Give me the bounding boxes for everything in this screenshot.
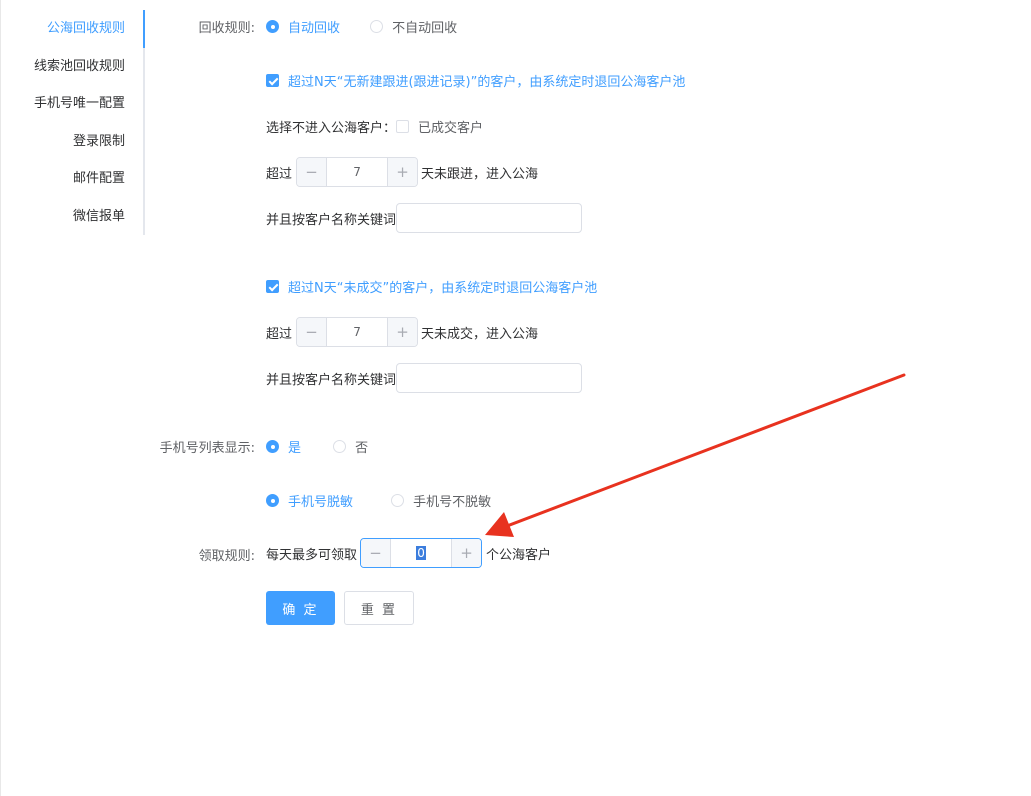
decrement-button[interactable]: − — [361, 539, 392, 567]
radio-unmask-phone[interactable]: 手机号不脱敏 — [391, 491, 491, 510]
increment-button[interactable]: + — [387, 158, 418, 186]
recycle-mode-radio-group: 自动回收 不自动回收 — [266, 17, 457, 37]
rule2-days-value[interactable]: 7 — [327, 318, 387, 346]
claim-rule-label: 领取规则: — [198, 549, 255, 564]
rule1-keyword-row: 并且按客户名称关键词 — [266, 203, 583, 233]
confirm-button[interactable]: 确 定 — [266, 591, 335, 625]
rule2-prefix: 超过 — [266, 326, 293, 342]
rule2-days-row: 超过 − 7 + 天未成交，进入公海 — [266, 317, 538, 347]
settings-page: 公海回收规则 线索池回收规则 手机号唯一配置 登录限制 邮件配置 微信报单 回收… — [0, 0, 1031, 796]
rule1-keyword-input[interactable] — [396, 203, 583, 233]
radio-dot — [333, 440, 347, 453]
rule2-keyword-row: 并且按客户名称关键词 — [266, 363, 583, 393]
radio-mask-phone[interactable]: 手机号脱敏 — [266, 491, 353, 510]
radio-dot — [370, 20, 384, 33]
rule1-suffix: 天未跟进，进入公海 — [421, 166, 539, 182]
sidebar-item-phone-unique[interactable]: 手机号唯一配置 — [1, 85, 143, 123]
rule2-checkbox[interactable]: 超过N天“未成交”的客户，由系统定时退回公海客户池 — [266, 277, 597, 297]
radio-dot — [266, 440, 279, 453]
claim-prefix: 每天最多可领取 — [266, 547, 358, 563]
exclude-row: 选择不进入公海客户： 已成交客户 — [266, 117, 483, 136]
radio-show-yes[interactable]: 是 — [266, 437, 301, 456]
exclude-dealt-customer-checkbox[interactable]: 已成交客户 — [396, 117, 483, 136]
increment-button[interactable]: + — [387, 318, 418, 346]
phone-display-radio-group: 是 否 — [266, 437, 368, 457]
sidebar-item-login-limit[interactable]: 登录限制 — [1, 123, 143, 161]
rule1-days-value[interactable]: 7 — [327, 158, 387, 186]
exclude-label: 选择不进入公海客户： — [266, 121, 397, 136]
radio-dot — [266, 20, 279, 33]
rule2-days-stepper: − 7 + — [296, 317, 419, 347]
reset-button[interactable]: 重 置 — [344, 591, 414, 625]
rule1-checkbox[interactable]: 超过N天“无新建跟进(跟进记录)”的客户，由系统定时退回公海客户池 — [266, 71, 685, 91]
claim-row: 每天最多可领取 − 0 + 个公海客户 — [266, 538, 551, 568]
settings-sidebar: 公海回收规则 线索池回收规则 手机号唯一配置 登录限制 邮件配置 微信报单 — [1, 10, 145, 235]
rule1-days-row: 超过 − 7 + 天未跟进，进入公海 — [266, 157, 538, 187]
phone-mask-radio-group: 手机号脱敏 手机号不脱敏 — [266, 491, 491, 511]
radio-show-no[interactable]: 否 — [333, 437, 368, 456]
phone-display-label: 手机号列表显示: — [159, 441, 255, 456]
checkbox-box — [266, 280, 279, 293]
claim-count-value[interactable]: 0 — [391, 539, 451, 567]
rule1-days-stepper: − 7 + — [296, 157, 419, 187]
claim-count-stepper: − 0 + — [360, 538, 483, 568]
decrement-button[interactable]: − — [297, 318, 328, 346]
checkbox-box — [396, 120, 410, 133]
radio-dot — [266, 494, 279, 507]
radio-no-auto-recycle[interactable]: 不自动回收 — [370, 17, 457, 36]
rule1-keyword-label: 并且按客户名称关键词 — [266, 212, 397, 228]
annotation-arrow-icon — [485, 373, 906, 537]
decrement-button[interactable]: − — [297, 158, 328, 186]
checkbox-box — [266, 74, 279, 87]
sidebar-item-wechat-report[interactable]: 微信报单 — [1, 198, 143, 236]
sidebar-item-public-pool-recycle[interactable]: 公海回收规则 — [1, 10, 145, 48]
sidebar-item-lead-pool-recycle[interactable]: 线索池回收规则 — [1, 48, 143, 86]
rule2-suffix: 天未成交，进入公海 — [421, 326, 539, 342]
rule1-prefix: 超过 — [266, 166, 293, 182]
radio-dot — [391, 494, 405, 507]
recycle-rule-label: 回收规则: — [198, 21, 255, 36]
rule2-keyword-label: 并且按客户名称关键词 — [266, 372, 397, 388]
claim-suffix: 个公海客户 — [486, 547, 552, 563]
radio-auto-recycle[interactable]: 自动回收 — [266, 17, 340, 36]
sidebar-item-email-config[interactable]: 邮件配置 — [1, 160, 143, 198]
rule2-keyword-input[interactable] — [396, 363, 583, 393]
increment-button[interactable]: + — [451, 539, 482, 567]
